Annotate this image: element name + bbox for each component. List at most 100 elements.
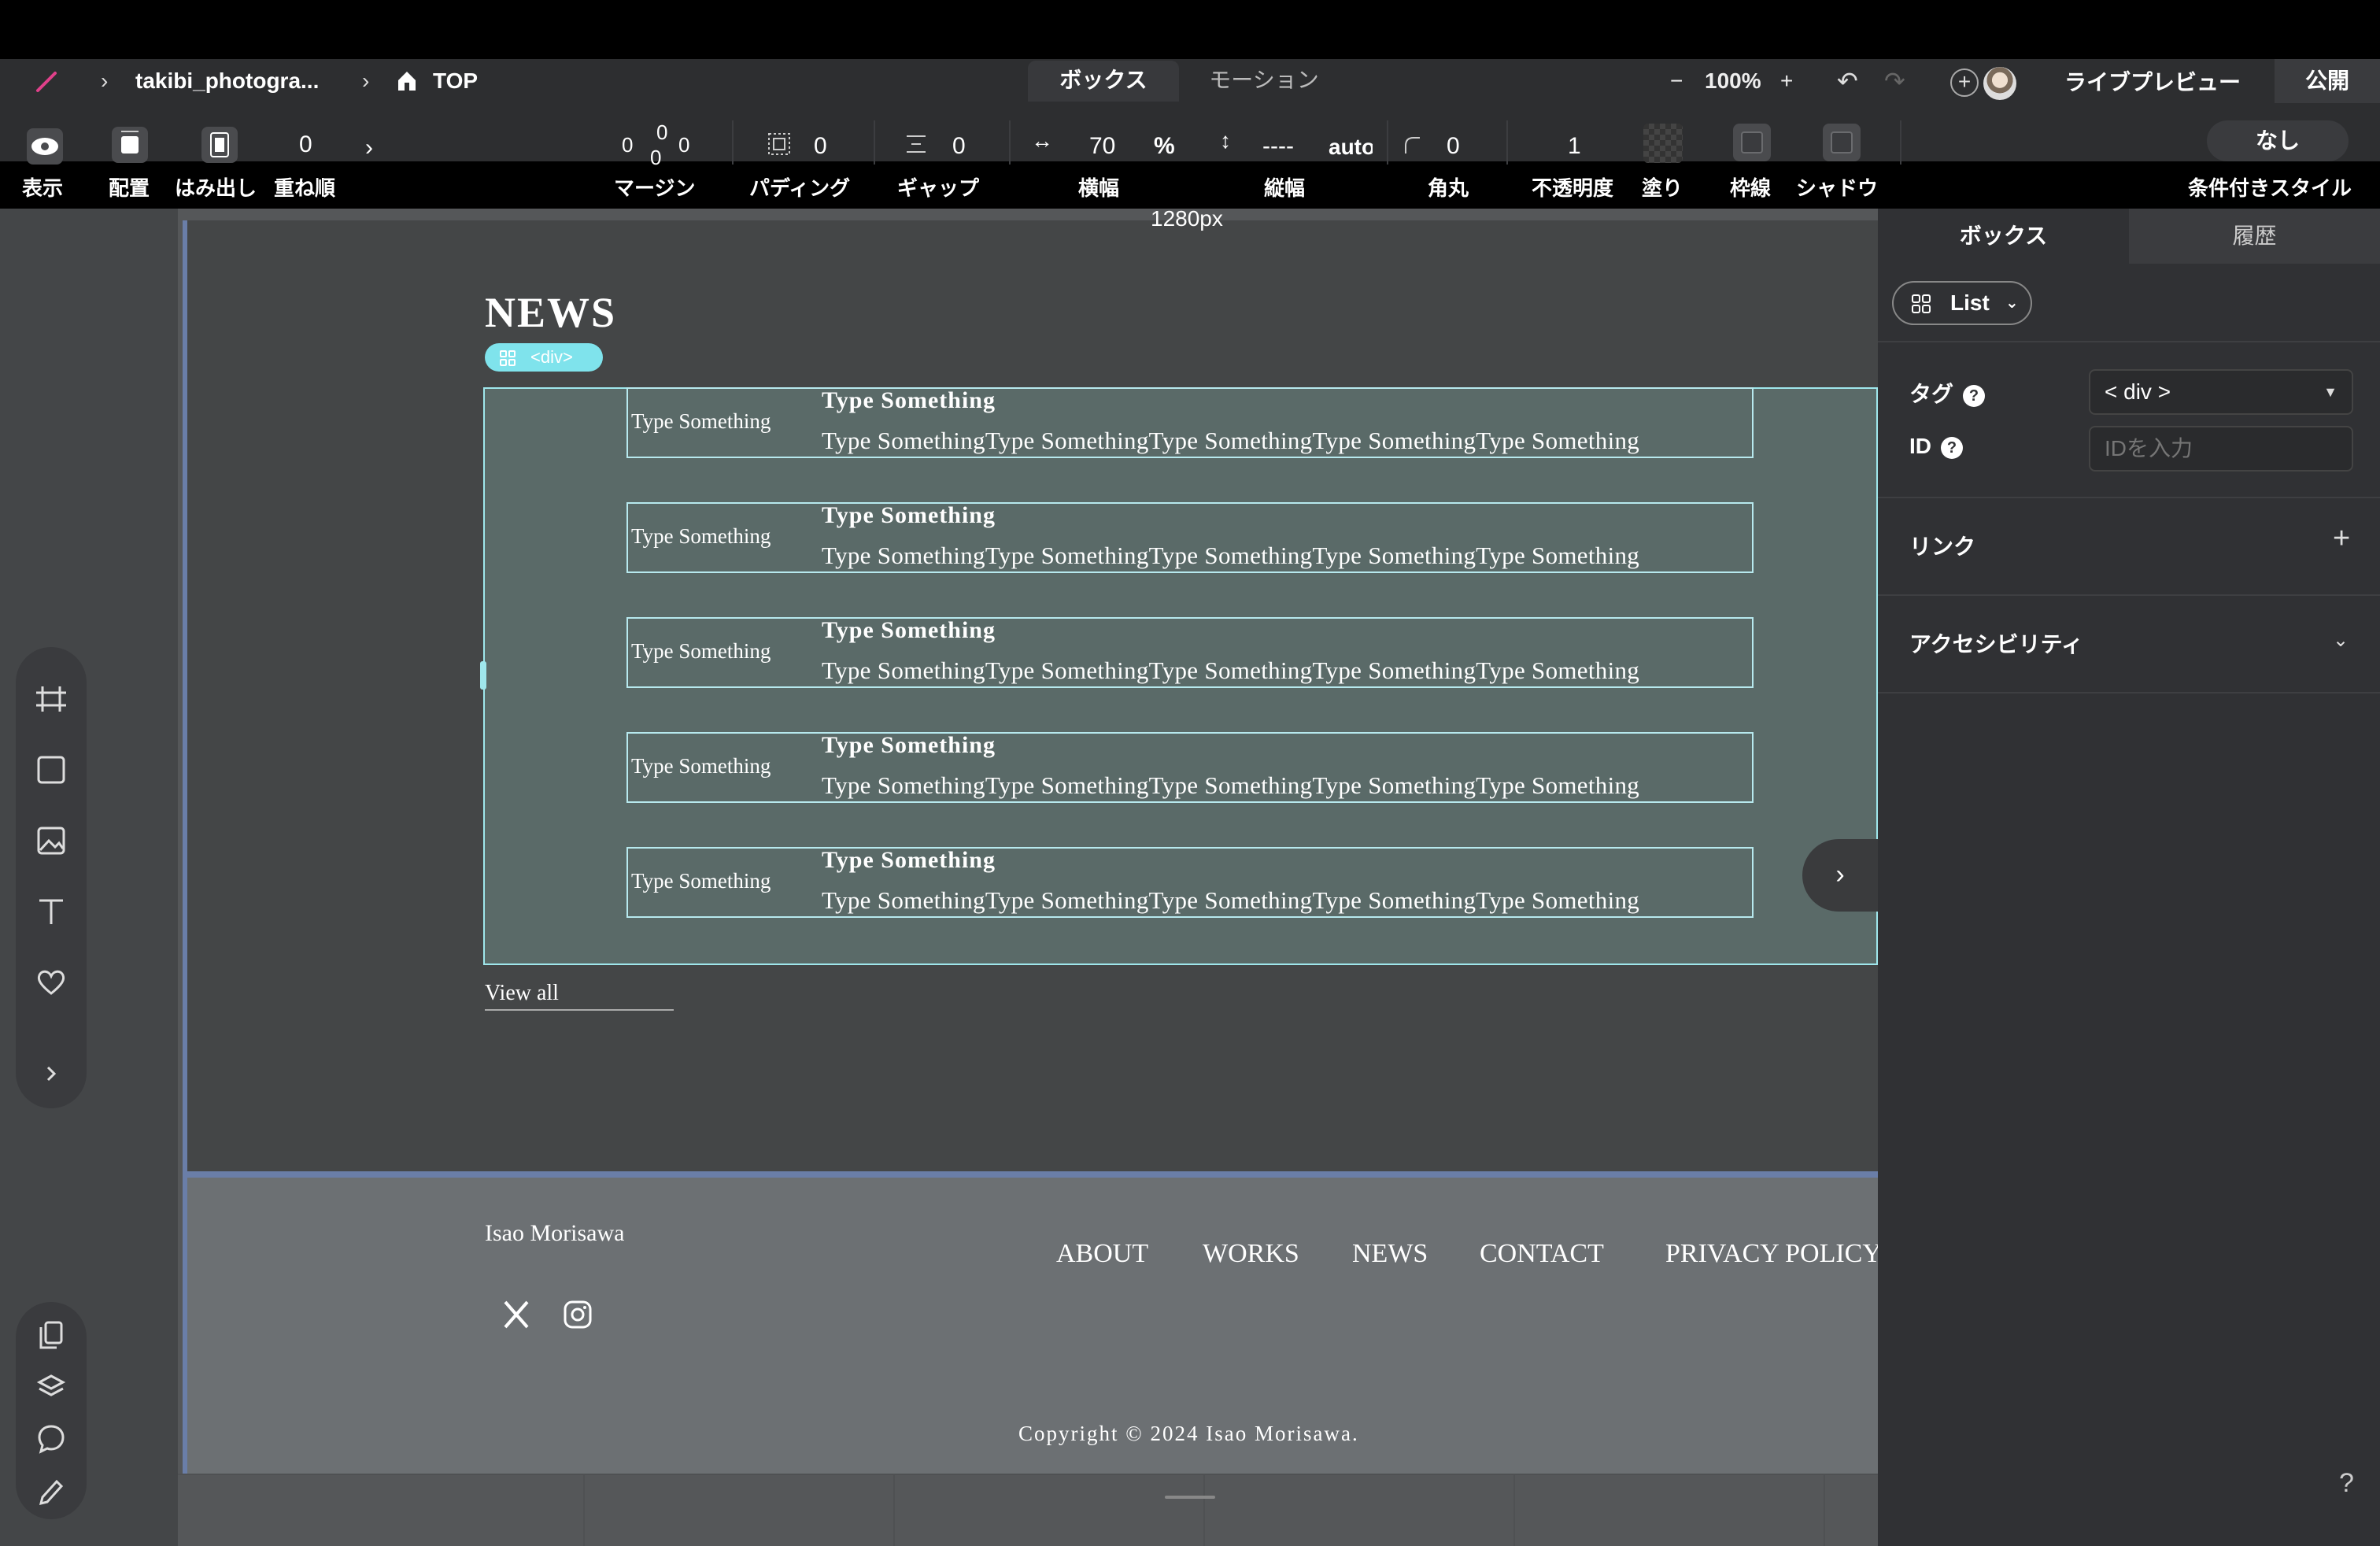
id-input[interactable] <box>2089 426 2353 472</box>
width-value[interactable]: 70 <box>1089 133 1115 160</box>
conditional-style-select[interactable]: なし <box>2207 120 2349 161</box>
chevron-right-icon[interactable] <box>16 1058 87 1089</box>
footer-nav-news[interactable]: NEWS <box>1352 1239 1428 1269</box>
text-icon[interactable] <box>16 896 87 927</box>
shadow-swatch[interactable] <box>1823 124 1861 161</box>
eye-icon[interactable] <box>27 128 63 165</box>
help-icon[interactable]: ? <box>1963 384 1986 407</box>
help-icon[interactable]: ? <box>1941 436 1963 459</box>
avatar[interactable] <box>1982 65 2018 102</box>
live-preview-button[interactable]: ライブプレビュー <box>2046 65 2259 100</box>
tab-box-properties[interactable]: ボックス <box>1878 209 2129 264</box>
properties-panel: ボックス 履歴 List ⌄ タグ? < div >▼ ID? リンク + アク… <box>1878 209 2380 1546</box>
news-heading[interactable]: NEWS <box>485 288 616 337</box>
gap-value[interactable]: 0 <box>952 133 966 160</box>
tab-box[interactable]: ボックス <box>1028 61 1179 102</box>
tab-motion[interactable]: モーション <box>1188 61 1340 102</box>
publish-button[interactable]: 公開 <box>2275 59 2380 103</box>
toolbar-divider <box>874 120 875 165</box>
shadow-label: シャドウ <box>1796 176 1879 200</box>
pen-icon[interactable] <box>16 1475 87 1507</box>
border-swatch[interactable] <box>1733 124 1771 161</box>
news-item[interactable]: Type Something Type Something Type Somet… <box>626 387 1754 458</box>
zindex-value[interactable]: 0 <box>299 131 312 158</box>
carousel-next-button[interactable]: › <box>1802 839 1878 912</box>
instagram-icon[interactable] <box>560 1297 595 1332</box>
canvas-resize-handle[interactable] <box>1165 1496 1215 1499</box>
x-twitter-icon[interactable] <box>499 1297 534 1332</box>
zoom-out-button[interactable]: − <box>1670 65 1683 97</box>
help-button[interactable]: ? <box>2339 1468 2354 1499</box>
image-icon[interactable] <box>16 825 87 856</box>
news-item-title: Type Something <box>822 502 996 528</box>
news-date: Type Something <box>631 639 771 663</box>
footer-nav-works[interactable]: WORKS <box>1203 1239 1299 1269</box>
frame-icon[interactable] <box>16 683 87 715</box>
resize-handle[interactable] <box>480 661 486 690</box>
pages-icon[interactable] <box>16 1319 87 1351</box>
padding-value[interactable]: 0 <box>814 133 827 160</box>
editor-header: › takibi_photogra... › TOP ボックス モーション − … <box>0 59 2380 200</box>
add-link-button[interactable]: + <box>2333 522 2350 556</box>
layers-icon[interactable] <box>16 1371 87 1403</box>
news-date: Type Something <box>631 524 771 548</box>
width-unit[interactable]: % <box>1154 133 1175 160</box>
footer-site-name[interactable]: Isao Morisawa <box>485 1220 624 1247</box>
redo-button[interactable]: ↷ <box>1884 65 1905 97</box>
fill-swatch[interactable] <box>1643 124 1683 163</box>
footer-nav-about[interactable]: ABOUT <box>1056 1239 1148 1269</box>
height-unit[interactable]: auto <box>1329 135 1373 160</box>
box-icon[interactable] <box>16 754 87 786</box>
news-item[interactable]: Type Something Type Something Type Somet… <box>626 847 1754 918</box>
radius-label: 角丸 <box>1428 176 1469 200</box>
news-item[interactable]: Type Something Type Something Type Somet… <box>626 732 1754 803</box>
id-field-label: ID? <box>1909 434 1963 459</box>
link-section-label[interactable]: リンク <box>1909 530 1975 561</box>
app-logo-icon[interactable] <box>35 70 58 94</box>
tab-history[interactable]: 履歴 <box>2129 209 2380 264</box>
tag-select[interactable]: < div > ▼ <box>2089 369 2353 415</box>
header-top-row: › takibi_photogra... › TOP ボックス モーション − … <box>0 59 2380 103</box>
margin-left-value[interactable]: 0 <box>622 133 633 157</box>
view-all-link[interactable]: View all <box>485 981 674 1011</box>
comment-icon[interactable] <box>16 1423 87 1455</box>
invite-button[interactable]: + <box>1950 68 1979 97</box>
arrange-icon[interactable] <box>112 127 148 163</box>
margin-right-value[interactable]: 0 <box>678 133 689 157</box>
undo-button[interactable]: ↶ <box>1837 65 1858 97</box>
breadcrumb-page[interactable]: TOP <box>433 65 478 97</box>
overflow-label: はみ出し <box>175 176 257 200</box>
footer-nav-contact[interactable]: CONTACT <box>1480 1239 1604 1269</box>
news-item-body: Type SomethingType SomethingType Somethi… <box>822 886 1640 914</box>
news-item-title: Type Something <box>822 732 996 758</box>
arrange-label: 配置 <box>109 176 150 200</box>
heart-icon[interactable] <box>16 967 87 998</box>
gap-label: ギャップ <box>897 176 980 200</box>
home-icon <box>398 72 416 91</box>
grid-icon <box>1912 294 1931 313</box>
toolbar-divider <box>1387 120 1388 165</box>
chevron-down-icon: ⌄ <box>2005 294 2019 312</box>
accessibility-section-label[interactable]: アクセシビリティ <box>1909 627 2083 659</box>
panel-divider <box>1878 341 2380 342</box>
news-item[interactable]: Type Something Type Something Type Somet… <box>626 502 1754 573</box>
chevron-right-icon[interactable]: › <box>365 135 373 161</box>
breadcrumb-project[interactable]: takibi_photogra... <box>135 65 319 97</box>
footer-nav-privacy[interactable]: PRIVACY POLICY <box>1665 1239 1878 1269</box>
radius-value[interactable]: 0 <box>1447 133 1460 160</box>
opacity-value[interactable]: 1 <box>1568 133 1581 160</box>
height-value[interactable]: ---- <box>1262 133 1294 160</box>
zoom-in-button[interactable]: + <box>1780 65 1793 97</box>
component-type-select[interactable]: List ⌄ <box>1892 281 2032 325</box>
chevron-down-icon[interactable]: ⌄ <box>2333 629 2349 652</box>
margin-top-value[interactable]: 0 <box>656 120 667 145</box>
zoom-level[interactable]: 100% <box>1705 65 1761 97</box>
news-date: Type Something <box>631 869 771 893</box>
margin-bottom-value[interactable]: 0 <box>650 146 661 170</box>
selection-badge[interactable]: <div> <box>485 343 603 372</box>
toolbar-divider <box>1900 120 1901 165</box>
news-item-body: Type SomethingType SomethingType Somethi… <box>822 542 1640 569</box>
news-item-title: Type Something <box>822 847 996 873</box>
overflow-icon[interactable] <box>201 127 238 163</box>
news-item[interactable]: Type Something Type Something Type Somet… <box>626 617 1754 688</box>
